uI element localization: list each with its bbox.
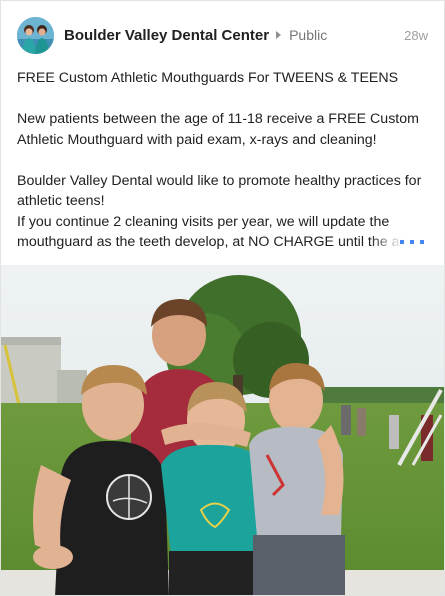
avatar[interactable] <box>17 16 54 54</box>
post-photo[interactable] <box>1 265 444 595</box>
post-body: FREE Custom Athletic Mouthguards For TWE… <box>17 68 430 253</box>
post-card: Boulder Valley Dental Center Public 28w … <box>0 0 445 596</box>
post-continue-line: If you continue 2 cleaning visits per ye… <box>17 213 416 251</box>
post-promote-text: Boulder Valley Dental would like to prom… <box>17 172 422 210</box>
post-offer-text: New patients between the age of 11-18 re… <box>17 111 419 148</box>
post-headline: FREE Custom Athletic Mouthguards For TWE… <box>17 70 399 86</box>
author-name[interactable]: Boulder Valley Dental Center <box>64 27 269 44</box>
more-dots-icon[interactable] <box>400 239 424 244</box>
visibility-label[interactable]: Public <box>289 27 327 43</box>
post-header: Boulder Valley Dental Center Public 28w <box>17 16 428 54</box>
post-continue-text: If you continue 2 cleaning visits per ye… <box>17 212 430 253</box>
caret-right-icon <box>276 31 282 39</box>
post-timestamp[interactable]: 28w <box>404 28 428 43</box>
